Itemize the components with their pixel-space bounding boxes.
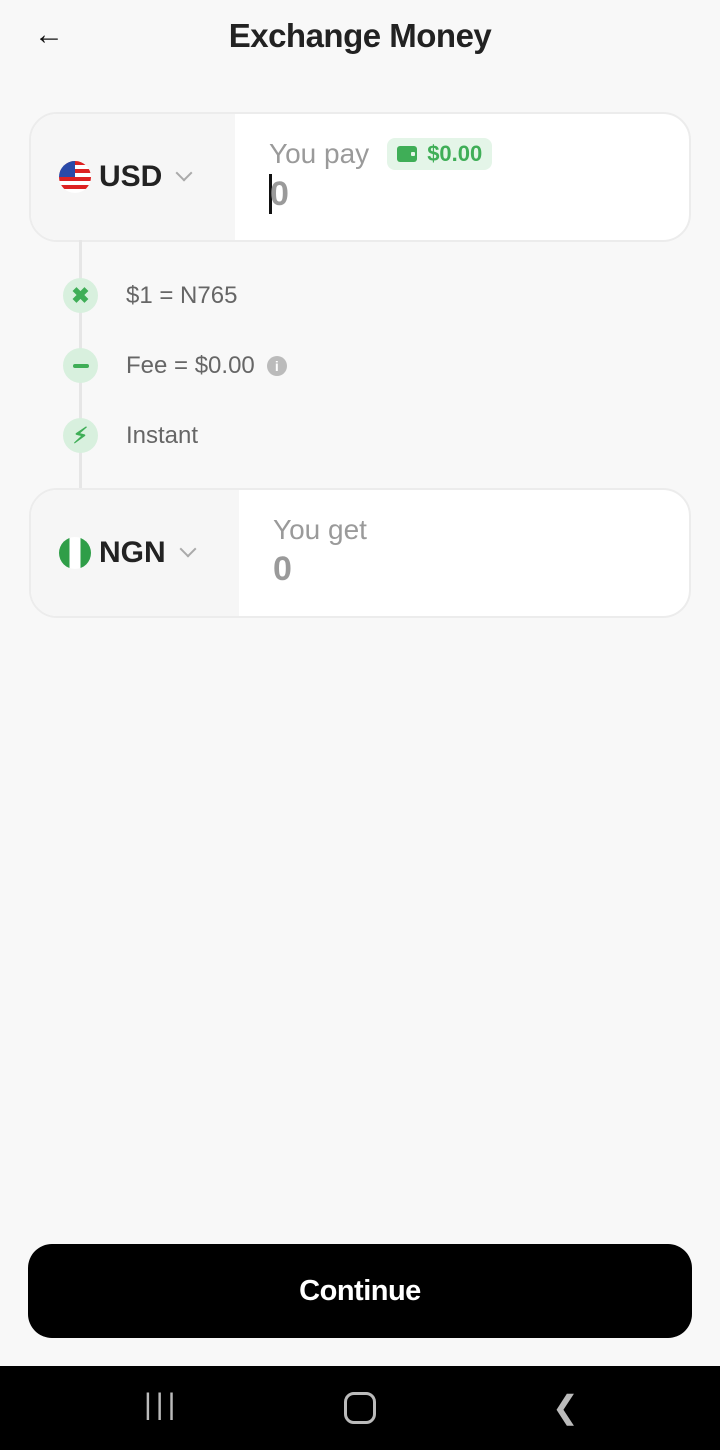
back-nav-icon[interactable]: ❮ bbox=[552, 1388, 579, 1426]
rate-row: ✖ $1 = N765 bbox=[63, 278, 237, 313]
system-nav-bar: ||| ❮ bbox=[0, 1366, 720, 1450]
rate-text: $1 = N765 bbox=[126, 281, 238, 309]
minus-icon bbox=[63, 348, 98, 383]
pay-label: You pay bbox=[269, 138, 370, 169]
chevron-down-icon bbox=[175, 164, 193, 182]
ng-flag-icon bbox=[59, 537, 91, 569]
pay-amount-input[interactable]: 0 bbox=[269, 174, 492, 214]
page-title: Exchange Money bbox=[228, 17, 492, 54]
get-card: NGN You get 0 bbox=[29, 488, 691, 618]
get-amount: 0 bbox=[273, 550, 367, 589]
get-currency-code: NGN bbox=[99, 536, 166, 569]
fee-text: Fee = $0.00 bbox=[126, 351, 255, 379]
pay-card: USD You pay $0.00 0 bbox=[29, 112, 691, 242]
balance-badge: $0.00 bbox=[387, 138, 493, 170]
us-flag-icon bbox=[59, 161, 91, 193]
info-icon[interactable]: i bbox=[266, 355, 287, 376]
pay-currency-selector[interactable]: USD bbox=[31, 114, 235, 240]
get-amount-value: 0 bbox=[273, 550, 292, 588]
close-icon: ✖ bbox=[63, 278, 98, 313]
balance-value: $0.00 bbox=[427, 141, 483, 166]
home-icon[interactable] bbox=[344, 1392, 376, 1424]
pay-currency-code: USD bbox=[99, 160, 163, 193]
speed-row: ⚡︎ Instant bbox=[63, 418, 198, 453]
get-currency-selector[interactable]: NGN bbox=[31, 490, 239, 616]
header: ← Exchange Money bbox=[0, 0, 720, 80]
speed-text: Instant bbox=[126, 421, 199, 449]
lightning-icon: ⚡︎ bbox=[63, 418, 98, 453]
chevron-down-icon bbox=[179, 540, 197, 558]
wallet-icon bbox=[397, 146, 418, 162]
recent-apps-icon[interactable]: ||| bbox=[144, 1388, 179, 1422]
pay-amount-value: 0 bbox=[270, 174, 289, 213]
fee-row: Fee = $0.00 i bbox=[63, 348, 287, 383]
continue-button[interactable]: Continue bbox=[28, 1244, 692, 1338]
get-label: You get bbox=[273, 514, 367, 545]
